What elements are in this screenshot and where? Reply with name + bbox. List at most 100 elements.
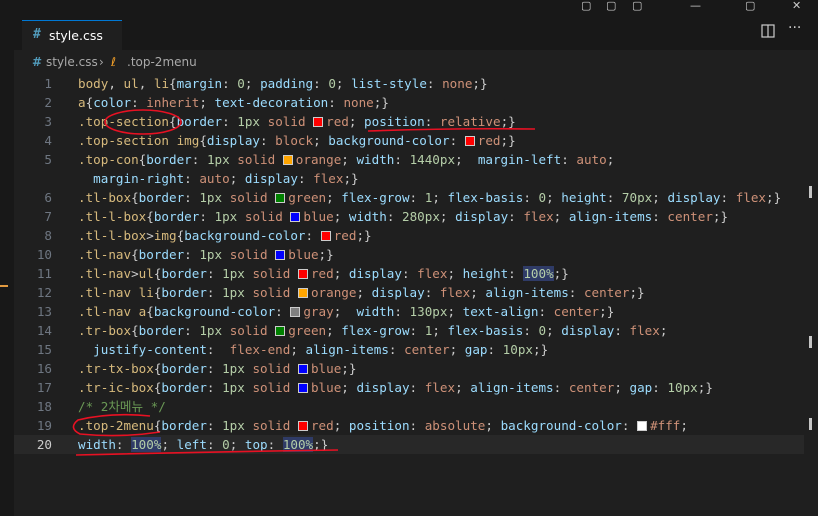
line-content: .top-con{border: 1px solid orange; width… bbox=[78, 152, 615, 167]
line-content: .top-section img{display: block; backgro… bbox=[78, 133, 516, 148]
breadcrumb: # style.css › ℓ .top-2menu bbox=[14, 52, 818, 74]
minimize-icon[interactable]: — bbox=[690, 0, 701, 12]
line-content: width: 100%; left: 0; top: 100%;} bbox=[78, 437, 329, 452]
code-line[interactable]: 12 .tl-nav li{border: 1px solid orange; d… bbox=[14, 283, 804, 302]
title-bar: ▢ ▢ ▢ — ▢ ✕ bbox=[0, 0, 818, 14]
color-swatch-white[interactable] bbox=[637, 421, 648, 431]
code-line[interactable]: 15 justify-content: flex-end; align-item… bbox=[14, 340, 804, 359]
code-line[interactable]: 17 .tr-ic-box{border: 1px solid blue; dis… bbox=[14, 378, 804, 397]
color-swatch-red[interactable] bbox=[297, 269, 308, 279]
color-swatch-blue[interactable] bbox=[275, 250, 286, 260]
color-swatch-blue[interactable] bbox=[297, 364, 308, 374]
css-file-icon: # bbox=[33, 27, 41, 42]
breadcrumb-symbol[interactable]: .top-2menu bbox=[127, 55, 197, 69]
line-content: margin-right: auto; display: flex;} bbox=[93, 171, 359, 186]
code-line[interactable]: 3 .top-section{border: 1px solid red; pos… bbox=[14, 112, 804, 131]
code-line[interactable]: 16 .tr-tx-box{border: 1px solid blue;} bbox=[14, 359, 804, 378]
color-swatch-red[interactable] bbox=[320, 231, 331, 241]
breadcrumb-file[interactable]: style.css bbox=[46, 55, 98, 69]
code-line[interactable]: 14 .tr-box{border: 1px solid green; flex-… bbox=[14, 321, 804, 340]
line-number: 10 bbox=[36, 247, 52, 262]
line-number: 19 bbox=[36, 418, 52, 433]
comment: /* 2차메뉴 */ bbox=[78, 399, 166, 414]
line-number: 11 bbox=[36, 266, 52, 281]
tab-label: style.css bbox=[49, 28, 103, 43]
code-line[interactable]: margin-right: auto; display: flex;} bbox=[14, 169, 804, 188]
line-content: .tr-box{border: 1px solid green; flex-gr… bbox=[78, 323, 668, 338]
code-line[interactable]: 4 .top-section img{display: block; backgr… bbox=[14, 131, 804, 150]
more-actions-icon[interactable]: ··· bbox=[788, 20, 801, 36]
layout-toggle-icon[interactable]: ▢ bbox=[581, 0, 591, 12]
symbol-icon: ℓ bbox=[111, 55, 116, 69]
line-number: 8 bbox=[44, 228, 52, 243]
split-editor-icon[interactable] bbox=[761, 24, 775, 42]
line-number: 1 bbox=[44, 76, 52, 91]
code-line[interactable]: 5 .top-con{border: 1px solid orange; widt… bbox=[14, 150, 804, 169]
code-line[interactable]: 18 /* 2차메뉴 */ bbox=[14, 397, 804, 416]
chevron-right-icon: › bbox=[99, 55, 104, 69]
code-line[interactable]: 7 .tl-l-box{border: 1px solid blue; width… bbox=[14, 207, 804, 226]
activity-edge bbox=[0, 14, 14, 516]
panel-toggle-icon[interactable]: ▢ bbox=[606, 0, 616, 12]
line-content: justify-content: flex-end; align-items: … bbox=[93, 342, 549, 357]
color-swatch-orange[interactable] bbox=[297, 288, 308, 298]
code-line[interactable]: 6 .tl-box{border: 1px solid green; flex-g… bbox=[14, 188, 804, 207]
line-content: .tr-ic-box{border: 1px solid blue; displ… bbox=[78, 380, 713, 395]
code-line[interactable]: 19 .top-2menu{border: 1px solid red; posi… bbox=[14, 416, 804, 435]
color-swatch-red[interactable] bbox=[313, 117, 324, 127]
line-number: 20 bbox=[36, 437, 52, 452]
line-number: 7 bbox=[44, 209, 52, 224]
line-number: 17 bbox=[36, 380, 52, 395]
line-number: 3 bbox=[44, 114, 52, 129]
line-content: .top-2menu{border: 1px solid red; positi… bbox=[78, 418, 688, 433]
line-content: .tl-nav a{background-color: gray; width:… bbox=[78, 304, 615, 319]
scrollbar-marker bbox=[809, 336, 812, 348]
close-window-icon[interactable]: ✕ bbox=[792, 0, 801, 12]
sidebar-toggle-icon[interactable]: ▢ bbox=[632, 0, 642, 12]
line-number: 18 bbox=[36, 399, 52, 414]
line-content: .tl-nav li{border: 1px solid orange; dis… bbox=[78, 285, 645, 300]
line-number: 16 bbox=[36, 361, 52, 376]
css-file-icon: # bbox=[32, 55, 43, 69]
maximize-icon[interactable]: ▢ bbox=[745, 0, 755, 12]
line-content: .tl-box{border: 1px solid green; flex-gr… bbox=[78, 190, 782, 205]
line-number: 4 bbox=[44, 133, 52, 148]
vertical-scrollbar[interactable] bbox=[804, 74, 818, 516]
color-swatch-orange[interactable] bbox=[282, 155, 293, 165]
line-number: 15 bbox=[36, 342, 52, 357]
color-swatch-blue[interactable] bbox=[297, 383, 308, 393]
code-line[interactable]: 2 a{color: inherit; text-decoration: none… bbox=[14, 93, 804, 112]
color-swatch-green[interactable] bbox=[275, 193, 286, 203]
line-number: 13 bbox=[36, 304, 52, 319]
color-swatch-red[interactable] bbox=[464, 136, 475, 146]
code-editor[interactable]: 1 body, ul, li{margin: 0; padding: 0; lis… bbox=[14, 74, 804, 454]
line-number: 2 bbox=[44, 95, 52, 110]
code-line[interactable]: 8 .tl-l-box>img{background-color: red;} bbox=[14, 226, 804, 245]
code-line[interactable]: 10 .tl-nav{border: 1px solid blue;} bbox=[14, 245, 804, 264]
color-swatch-blue[interactable] bbox=[290, 212, 301, 222]
code-line-current[interactable]: 20 width: 100%; left: 0; top: 100%;} bbox=[14, 435, 804, 454]
line-content: .tl-l-box>img{background-color: red;} bbox=[78, 228, 372, 243]
tab-bar: # style.css ··· bbox=[14, 14, 818, 50]
line-number: 14 bbox=[36, 323, 52, 338]
line-content: .tl-nav{border: 1px solid blue;} bbox=[78, 247, 334, 262]
line-number: 5 bbox=[44, 152, 52, 167]
code-line[interactable]: 11 .tl-nav>ul{border: 1px solid red; disp… bbox=[14, 264, 804, 283]
line-content: body, ul, li{margin: 0; padding: 0; list… bbox=[78, 76, 488, 91]
code-line[interactable]: 13 .tl-nav a{background-color: gray; widt… bbox=[14, 302, 804, 321]
color-swatch-gray[interactable] bbox=[290, 307, 301, 317]
scrollbar-marker bbox=[809, 418, 812, 430]
scrollbar-marker bbox=[809, 186, 812, 198]
line-content: a{color: inherit; text-decoration: none;… bbox=[78, 95, 389, 110]
line-content: .tr-tx-box{border: 1px solid blue;} bbox=[78, 361, 357, 376]
line-content: .tl-l-box{border: 1px solid blue; width:… bbox=[78, 209, 729, 224]
tab-style-css[interactable]: # style.css bbox=[22, 20, 122, 50]
line-content: .tl-nav>ul{border: 1px solid red; displa… bbox=[78, 266, 569, 281]
line-content: .top-section{border: 1px solid red; posi… bbox=[78, 114, 516, 129]
line-number: 12 bbox=[36, 285, 52, 300]
edge-marker bbox=[0, 285, 8, 287]
color-swatch-green[interactable] bbox=[275, 326, 286, 336]
line-number: 6 bbox=[44, 190, 52, 205]
color-swatch-red[interactable] bbox=[297, 421, 308, 431]
code-line[interactable]: 1 body, ul, li{margin: 0; padding: 0; lis… bbox=[14, 74, 804, 93]
